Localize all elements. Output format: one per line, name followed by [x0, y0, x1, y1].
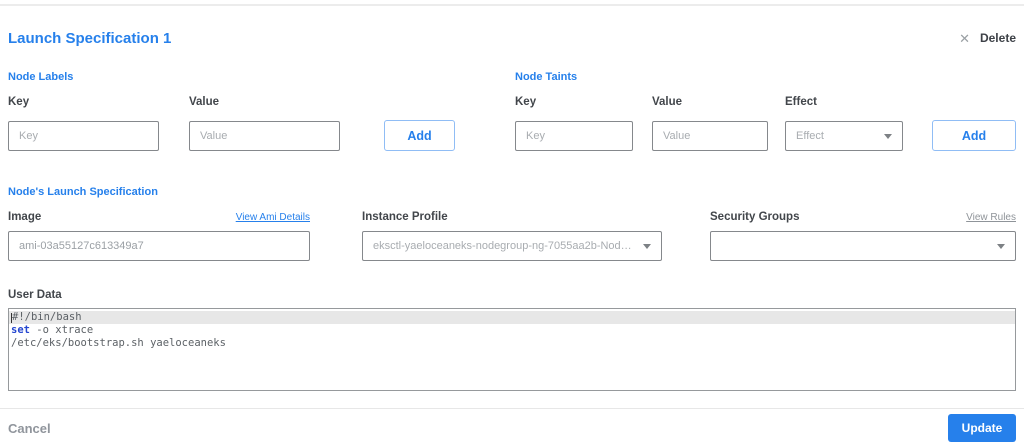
chevron-down-icon [884, 133, 892, 139]
code-line: set -o xtrace [9, 324, 1015, 337]
node-labels-value-field: Value [189, 96, 340, 151]
code-segment: -o xtrace [29, 324, 94, 336]
node-taints-effect-label: Effect [785, 96, 817, 108]
page-title: Launch Specification 1 [8, 29, 172, 47]
code-segment: /etc/eks/bootstrap.sh yaeloceaneks [11, 337, 226, 349]
node-taints-fields: Key Value Effect Effect Add [515, 96, 1016, 151]
launch-spec-row: Image View Ami Details Instance Profile … [8, 211, 1016, 261]
delete-button-label: Delete [979, 31, 1016, 45]
node-labels-add-button[interactable]: Add [384, 120, 455, 151]
security-groups-label-row: Security Groups View Rules [710, 211, 1016, 225]
instance-profile-label-row: Instance Profile [362, 211, 662, 225]
node-taints-key-input[interactable] [515, 121, 633, 151]
instance-profile-select[interactable]: eksctl-yaeloceaneks-nodegroup-ng-7055aa2… [362, 231, 662, 261]
node-taints-effect-field: Effect Effect [785, 96, 903, 151]
launch-spec-title: Node's Launch Specification [8, 186, 158, 198]
delete-button[interactable]: ✕ Delete [959, 31, 1016, 45]
node-taints-value-field: Value [652, 96, 768, 151]
cancel-button[interactable]: Cancel [8, 421, 51, 436]
code-segment: #!/bin/bash [12, 311, 82, 323]
chevron-down-icon [997, 243, 1005, 249]
code-line: #!/bin/bash [9, 311, 1015, 324]
node-taints-effect-select[interactable]: Effect [785, 121, 903, 151]
node-taints-title: Node Taints [515, 71, 578, 83]
labels-taints-row: Node Labels Key Value Add Node Taints Ke… [8, 72, 1016, 151]
close-icon: ✕ [959, 30, 970, 46]
security-groups-select[interactable] [710, 231, 1016, 261]
user-data-editor[interactable]: #!/bin/bash set -o xtrace /etc/eks/boots… [8, 308, 1016, 391]
security-groups-label: Security Groups [710, 211, 800, 223]
node-labels-key-field: Key [8, 96, 159, 151]
node-labels-section: Node Labels Key Value Add [8, 72, 455, 151]
image-input[interactable] [8, 231, 310, 261]
view-ami-details-link[interactable]: View Ami Details [236, 212, 310, 223]
image-label: Image [8, 211, 42, 223]
instance-profile-value: eksctl-yaeloceaneks-nodegroup-ng-7055aa2… [373, 240, 635, 252]
image-field: Image View Ami Details [8, 211, 310, 261]
chevron-down-icon [643, 243, 651, 249]
security-groups-field: Security Groups View Rules [710, 211, 1016, 261]
view-rules-link[interactable]: View Rules [966, 212, 1016, 223]
update-button[interactable]: Update [948, 414, 1016, 442]
code-line: /etc/eks/bootstrap.sh yaeloceaneks [9, 337, 1015, 350]
panel-header: Launch Specification 1 ✕ Delete [8, 28, 1016, 48]
node-labels-key-input[interactable] [8, 121, 159, 151]
image-label-row: Image View Ami Details [8, 211, 310, 225]
footer-bar: Cancel Update [0, 408, 1024, 444]
node-taints-value-label: Value [652, 96, 683, 108]
launch-spec-panel: Launch Specification 1 ✕ Delete Node Lab… [0, 28, 1024, 391]
instance-profile-label: Instance Profile [362, 211, 448, 223]
node-taints-value-input[interactable] [652, 121, 768, 151]
node-taints-section: Node Taints Key Value Effect Effect [515, 72, 1016, 151]
node-labels-title: Node Labels [8, 71, 74, 83]
top-divider [0, 4, 1024, 6]
code-keyword: set [11, 324, 30, 336]
node-taints-key-label: Key [515, 96, 537, 108]
node-taints-add-button[interactable]: Add [932, 120, 1016, 151]
node-labels-value-input[interactable] [189, 121, 340, 151]
instance-profile-field: Instance Profile eksctl-yaeloceaneks-nod… [362, 211, 662, 261]
node-labels-fields: Key Value Add [8, 96, 455, 151]
node-labels-value-label: Value [189, 96, 220, 108]
node-labels-key-label: Key [8, 96, 30, 108]
user-data-label: User Data [8, 289, 62, 301]
effect-select-placeholder: Effect [796, 130, 824, 142]
node-taints-key-field: Key [515, 96, 633, 151]
